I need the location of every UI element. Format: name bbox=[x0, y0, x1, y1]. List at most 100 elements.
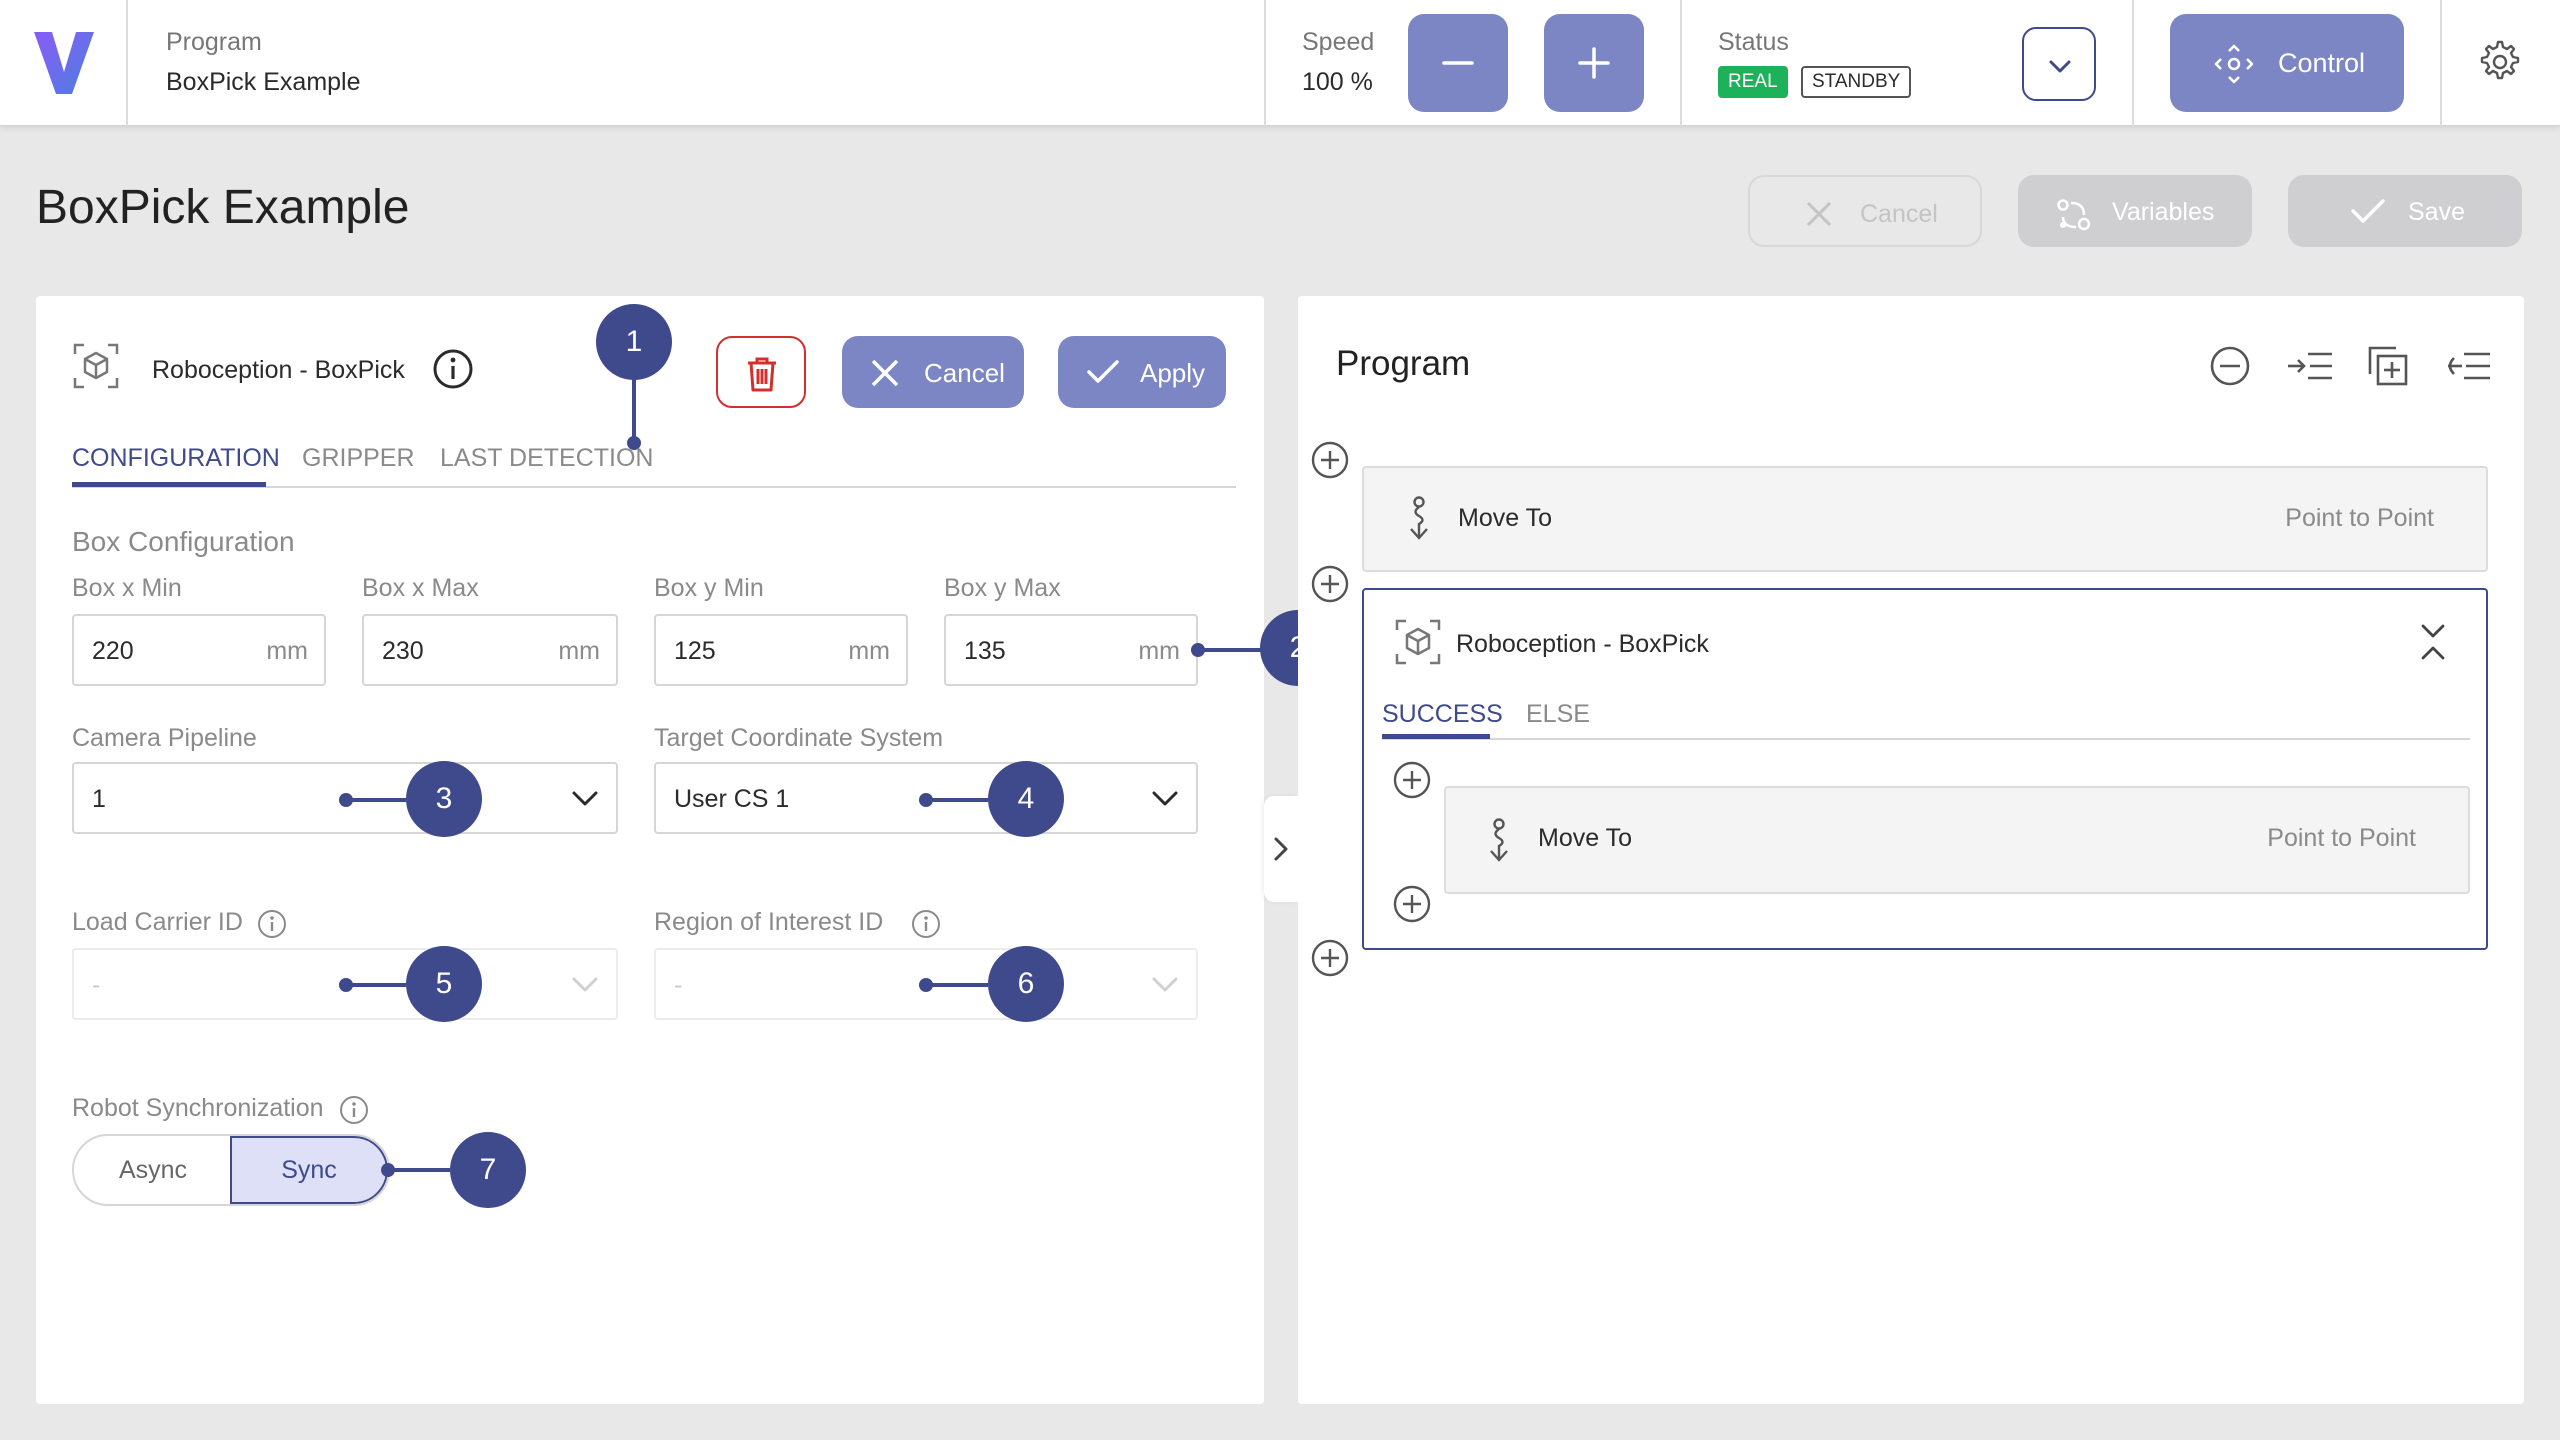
robot-sync-label: Robot Synchronization bbox=[72, 1094, 324, 1122]
outdent-icon[interactable] bbox=[2444, 344, 2492, 388]
add-circle-icon[interactable] bbox=[1392, 760, 1432, 800]
indent-icon[interactable] bbox=[2286, 344, 2334, 388]
box-x-max-input[interactable]: 230 mm bbox=[362, 614, 618, 686]
status-badge-real: REAL bbox=[1718, 66, 1788, 98]
add-circle-icon[interactable] bbox=[1310, 564, 1350, 604]
program-panel: Program Move To Point to Point Robocepti… bbox=[1298, 296, 2524, 1404]
roi-label: Region of Interest ID bbox=[654, 908, 884, 936]
node-config-panel: Roboception - BoxPick Cancel Apply 1 CON… bbox=[36, 296, 1264, 1404]
divider bbox=[126, 0, 128, 126]
box-config-label: Box Configuration bbox=[72, 526, 295, 557]
move-to-icon bbox=[1490, 818, 1508, 862]
variables-label: Variables bbox=[2112, 198, 2215, 226]
speed-decrease-button[interactable] bbox=[1408, 14, 1508, 112]
box-y-min-value: 125 bbox=[674, 637, 716, 665]
chevron-down-icon bbox=[1152, 791, 1178, 806]
logo bbox=[34, 32, 94, 94]
add-circle-icon[interactable] bbox=[1310, 938, 1350, 978]
box-x-min-label: Box x Min bbox=[72, 574, 182, 602]
page-cancel-button[interactable]: Cancel bbox=[1748, 175, 1982, 247]
callout-leader bbox=[346, 798, 406, 802]
move-to-icon bbox=[1410, 496, 1428, 540]
tab-else[interactable]: ELSE bbox=[1526, 700, 1590, 729]
target-cs-label: Target Coordinate System bbox=[654, 724, 944, 752]
callout-leader bbox=[388, 1168, 450, 1172]
delete-node-button[interactable] bbox=[716, 336, 806, 408]
add-circle-icon[interactable] bbox=[1310, 440, 1350, 480]
status-dropdown-button[interactable] bbox=[2022, 27, 2096, 101]
callout-leader bbox=[1198, 648, 1264, 652]
control-label: Control bbox=[2278, 48, 2366, 78]
info-icon[interactable] bbox=[432, 348, 474, 390]
roi-value: - bbox=[674, 971, 683, 999]
program-item-move-to[interactable]: Move To Point to Point bbox=[1444, 786, 2470, 894]
chevron-down-icon bbox=[2049, 60, 2071, 73]
callout-3: 3 bbox=[406, 761, 482, 837]
camera-pipeline-value: 1 bbox=[92, 785, 106, 813]
speed-increase-button[interactable] bbox=[1544, 14, 1644, 112]
program-item-boxpick[interactable]: Roboception - BoxPick SUCCESS ELSE Move … bbox=[1362, 588, 2488, 950]
close-icon bbox=[871, 359, 899, 387]
info-icon[interactable] bbox=[910, 908, 942, 940]
load-carrier-value: - bbox=[92, 971, 101, 999]
tab-gripper[interactable]: GRIPPER bbox=[302, 444, 415, 473]
callout-leader bbox=[346, 983, 406, 987]
load-carrier-label: Load Carrier ID bbox=[72, 908, 243, 936]
box-y-max-label: Box y Max bbox=[944, 574, 1061, 602]
program-item-title: Roboception - BoxPick bbox=[1456, 630, 1709, 658]
unit-label: mm bbox=[1138, 637, 1180, 665]
gear-icon[interactable] bbox=[2478, 40, 2522, 84]
collapse-icon[interactable] bbox=[2208, 344, 2252, 388]
box-y-max-value: 135 bbox=[964, 637, 1006, 665]
tab-success[interactable]: SUCCESS bbox=[1382, 700, 1503, 729]
chevron-down-icon bbox=[1152, 977, 1178, 992]
callout-1: 1 bbox=[596, 304, 672, 380]
variables-icon bbox=[2057, 199, 2091, 231]
add-circle-icon[interactable] bbox=[1392, 884, 1432, 924]
callout-leader bbox=[926, 983, 988, 987]
trash-icon bbox=[748, 357, 776, 392]
box-x-max-label: Box x Max bbox=[362, 574, 479, 602]
robot-sync-toggle: Async Sync bbox=[72, 1134, 390, 1206]
check-icon bbox=[1087, 360, 1119, 383]
duplicate-icon[interactable] bbox=[2366, 344, 2410, 388]
divider bbox=[1264, 0, 1266, 126]
tab-last-detection[interactable]: LAST DETECTION bbox=[440, 444, 653, 473]
minus-icon bbox=[1442, 61, 1474, 65]
program-item-subtitle: Point to Point bbox=[2285, 504, 2434, 532]
box-y-max-input[interactable]: 135 mm bbox=[944, 614, 1198, 686]
node-title: Roboception - BoxPick bbox=[152, 356, 405, 384]
top-bar: Program BoxPick Example Speed 100 % Stat… bbox=[0, 0, 2560, 126]
callout-leader bbox=[632, 378, 636, 440]
sync-option-sync[interactable]: Sync bbox=[230, 1136, 388, 1204]
collapse-chevron-icon[interactable] bbox=[2418, 622, 2448, 662]
target-cs-value: User CS 1 bbox=[674, 785, 790, 813]
speed-label: Speed bbox=[1302, 28, 1375, 56]
chevron-right-icon bbox=[1274, 837, 1288, 861]
program-item-move-to[interactable]: Move To Point to Point bbox=[1362, 466, 2488, 572]
info-icon[interactable] bbox=[338, 1094, 370, 1126]
box-y-min-input[interactable]: 125 mm bbox=[654, 614, 908, 686]
node-apply-button[interactable]: Apply bbox=[1058, 336, 1226, 408]
chevron-down-icon bbox=[572, 977, 598, 992]
divider bbox=[1680, 0, 1682, 126]
node-cancel-button[interactable]: Cancel bbox=[842, 336, 1024, 408]
move-arrows-icon bbox=[2214, 44, 2254, 84]
sync-option-async[interactable]: Async bbox=[74, 1136, 232, 1204]
variables-button[interactable]: Variables bbox=[2018, 175, 2252, 247]
tab-indicator bbox=[72, 482, 266, 487]
control-button[interactable]: Control bbox=[2170, 14, 2404, 112]
camera-box-icon bbox=[73, 343, 119, 389]
status-label: Status bbox=[1718, 28, 1789, 56]
panel-expander[interactable] bbox=[1264, 796, 1298, 902]
close-icon bbox=[1806, 201, 1832, 227]
tab-configuration[interactable]: CONFIGURATION bbox=[72, 444, 280, 473]
divider bbox=[2132, 0, 2134, 126]
page-cancel-label: Cancel bbox=[1860, 200, 1938, 228]
page-save-button[interactable]: Save bbox=[2288, 175, 2522, 247]
program-name: BoxPick Example bbox=[166, 68, 361, 96]
box-x-max-value: 230 bbox=[382, 637, 424, 665]
info-icon[interactable] bbox=[256, 908, 288, 940]
box-x-min-input[interactable]: 220 mm bbox=[72, 614, 326, 686]
program-label: Program bbox=[166, 28, 262, 56]
